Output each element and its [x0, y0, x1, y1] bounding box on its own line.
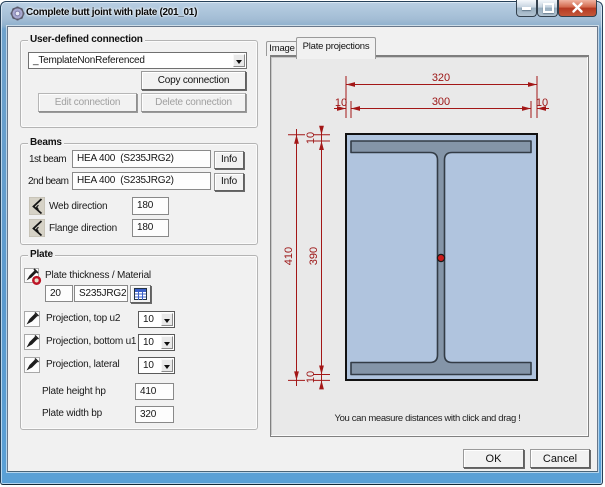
- svg-text:10: 10: [305, 371, 317, 383]
- svg-text:300: 300: [432, 96, 450, 108]
- svg-text:320: 320: [432, 72, 450, 84]
- svg-text:10: 10: [335, 97, 347, 109]
- svg-text:410: 410: [283, 247, 295, 265]
- svg-text:390: 390: [308, 247, 320, 265]
- svg-text:10: 10: [536, 97, 548, 109]
- svg-text:10: 10: [305, 132, 317, 144]
